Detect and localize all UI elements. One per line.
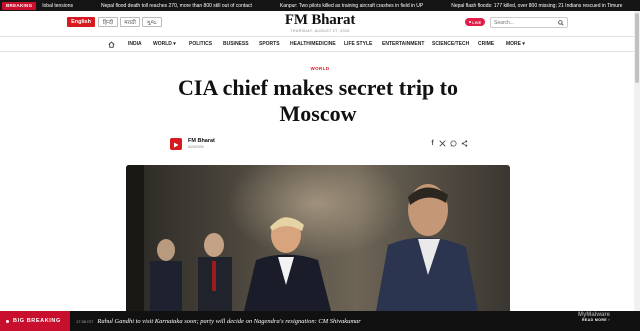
nav-more[interactable]: MORE ▾	[506, 37, 525, 52]
page: BREAKING lobal tensions Nepal flood deat…	[0, 0, 640, 331]
facebook-icon: f	[431, 140, 434, 147]
breaking-tag: BREAKING	[2, 1, 37, 10]
nav-lifestyle[interactable]: LIFE STYLE	[344, 37, 372, 52]
read-more-link[interactable]: READ MORE ›	[582, 318, 610, 322]
x-icon	[439, 140, 446, 147]
chevron-down-icon: ▾	[521, 41, 525, 47]
nav-home[interactable]	[108, 37, 115, 52]
read-more-label: READ MORE	[582, 318, 607, 322]
lang-marathi-button[interactable]: मराठी	[120, 17, 140, 27]
home-icon	[108, 41, 115, 48]
breaking-story-link[interactable]: Rahul Gandhi to visit Karnataka soon; pa…	[97, 318, 360, 325]
big-breaking-bar: BIG BREAKING 17:38 IST Rahul Gandhi to v…	[0, 311, 640, 331]
ticker-item[interactable]: Nepal flood death toll reaches 270, more…	[101, 3, 252, 9]
site-header: English हिन्दी मराठी ગુજ. FM Bharat THUR…	[0, 11, 640, 36]
header-date: THURSDAY, AUGUST 27, 2026	[290, 29, 350, 33]
lang-hindi-button[interactable]: हिन्दी	[98, 17, 118, 27]
main-nav: INDIA WORLD ▾ POLITICS BUSINESS SPORTS H…	[0, 36, 640, 52]
nav-health[interactable]: HEALTH/MEDICINE	[290, 37, 336, 52]
live-dot-icon	[468, 20, 472, 24]
publish-date: 8/25/2026	[188, 145, 204, 149]
ticker-item[interactable]: Nepal flash floods: 177 killed, over 800…	[451, 3, 622, 9]
share-whatsapp-button[interactable]	[449, 139, 458, 148]
nav-sports[interactable]: SPORTS	[259, 37, 280, 52]
nav-science-tech[interactable]: SCIENCE/TECH	[432, 37, 469, 52]
search-button[interactable]	[556, 18, 566, 27]
share-facebook-button[interactable]: f	[428, 139, 437, 148]
whatsapp-icon	[450, 140, 457, 147]
hero-photo	[126, 165, 510, 311]
hero-image	[126, 165, 510, 311]
fm-logo-icon	[174, 142, 179, 148]
big-breaking-label: BIG BREAKING	[0, 311, 70, 331]
author-name[interactable]: FM Bharat	[188, 138, 215, 144]
ticker-item[interactable]: lobal tensions	[42, 3, 73, 9]
nav-entertainment[interactable]: ENTERTAINMENT	[382, 37, 424, 52]
breaking-time: 17:38 IST	[76, 318, 94, 324]
nav-world-label: WORLD	[153, 41, 172, 47]
top-ticker: BREAKING lobal tensions Nepal flood deat…	[0, 0, 640, 11]
breaking-dot-icon	[6, 319, 9, 323]
share-icon	[461, 140, 468, 147]
article-headline: CIA chief makes secret trip to Moscow	[150, 75, 486, 127]
site-logo[interactable]: FM Bharat	[260, 12, 380, 29]
live-label: LIVE	[472, 19, 482, 25]
ticker-item[interactable]: Kanpur: Two pilots killed as training ai…	[280, 3, 423, 9]
page-scrollbar[interactable]	[634, 11, 640, 311]
nav-business[interactable]: BUSINESS	[223, 37, 249, 52]
big-breaking-text: BIG BREAKING	[13, 318, 61, 324]
nav-india[interactable]: INDIA	[128, 37, 142, 52]
nav-crime[interactable]: CRIME	[478, 37, 494, 52]
chevron-down-icon: ▾	[171, 41, 176, 47]
headline-line: CIA chief makes secret trip to	[177, 75, 459, 100]
share-x-button[interactable]	[438, 139, 447, 148]
lang-english-button[interactable]: English	[67, 17, 95, 27]
author-avatar[interactable]	[170, 138, 182, 150]
share-button[interactable]	[460, 139, 469, 148]
article-category[interactable]: WORLD	[290, 66, 350, 71]
nav-world[interactable]: WORLD ▾	[153, 37, 176, 52]
lang-gujarati-button[interactable]: ગુજ.	[142, 17, 162, 27]
arrow-right-icon: ›	[607, 318, 610, 322]
nav-more-label: MORE	[506, 41, 521, 47]
nav-politics[interactable]: POLITICS	[189, 37, 212, 52]
headline-line: Moscow	[279, 101, 357, 126]
live-button[interactable]: LIVE	[465, 18, 485, 26]
scrollbar-thumb[interactable]	[635, 13, 639, 83]
search-icon	[558, 19, 564, 26]
